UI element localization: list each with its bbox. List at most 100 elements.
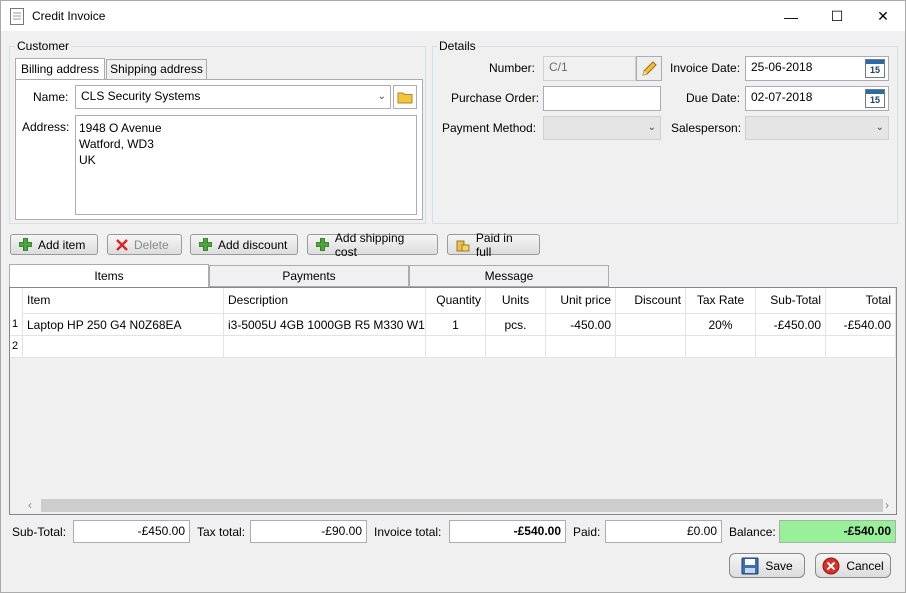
column-header-unit-price[interactable]: Unit price — [546, 288, 616, 314]
invoice-date-value: 25-06-2018 — [751, 60, 813, 74]
name-combobox[interactable]: CLS Security Systems ⌄ — [75, 85, 391, 109]
horizontal-scrollbar[interactable]: ‹ › — [10, 497, 896, 514]
cell-quantity[interactable] — [426, 336, 486, 358]
save-button[interactable]: Save — [729, 553, 805, 578]
items-grid[interactable]: Item Description Quantity Units Unit pri… — [9, 287, 897, 515]
column-header-sub-total[interactable]: Sub-Total — [756, 288, 826, 314]
cancel-icon — [822, 557, 840, 574]
delete-label: Delete — [134, 237, 169, 252]
coins-icon — [456, 240, 470, 251]
cell-tax-rate[interactable] — [686, 336, 756, 358]
payment-method-combobox[interactable]: ⌄ — [543, 116, 661, 140]
paid-in-full-button[interactable]: Paid in full — [447, 231, 540, 259]
document-icon — [10, 8, 24, 25]
tab-shipping-address[interactable]: Shipping address — [106, 59, 207, 80]
number-label: Number: — [489, 61, 536, 75]
address-textarea[interactable]: 1948 O Avenue Watford, WD3 UK — [75, 115, 417, 215]
paid-label: Paid: — [573, 525, 601, 539]
tab-billing-address[interactable]: Billing address — [15, 58, 105, 80]
minimize-button[interactable]: — — [768, 1, 814, 32]
cell-description[interactable]: i3-5005U 4GB 1000GB R5 M330 W10 — [224, 314, 426, 336]
cell-total[interactable] — [826, 336, 896, 358]
name-label: Name: — [33, 90, 69, 104]
address-label: Address: — [22, 120, 70, 134]
cell-quantity[interactable]: 1 — [426, 314, 486, 336]
cell-total[interactable]: -£540.00 — [826, 314, 896, 336]
calendar-icon[interactable]: 15 — [865, 59, 885, 78]
chevron-down-icon: ⌄ — [647, 121, 656, 133]
add-item-button[interactable]: Add item — [10, 234, 98, 255]
pencil-icon — [642, 60, 657, 76]
due-date-field[interactable]: 02-07-2018 15 — [745, 86, 889, 111]
scroll-left-icon[interactable]: ‹ — [28, 498, 32, 512]
cell-unit-price[interactable] — [546, 336, 616, 358]
column-header-tax-rate[interactable]: Tax Rate — [686, 288, 756, 314]
grid-corner — [10, 288, 23, 314]
cell-discount[interactable] — [616, 314, 686, 336]
cell-item[interactable]: Laptop HP 250 G4 N0Z68EA — [23, 314, 224, 336]
column-header-item[interactable]: Item — [23, 288, 224, 314]
name-value: CLS Security Systems — [81, 89, 201, 103]
add-shipping-cost-label: Add shipping cost — [334, 230, 405, 259]
cell-units[interactable] — [486, 336, 546, 358]
delete-icon — [116, 238, 128, 251]
cell-sub-total[interactable]: -£450.00 — [756, 314, 826, 336]
details-group-label: Details — [437, 39, 478, 53]
cell-units[interactable]: pcs. — [486, 314, 546, 336]
plus-icon — [199, 238, 212, 251]
customer-group-label: Customer — [15, 39, 72, 53]
invoice-date-field[interactable]: 25-06-2018 15 — [745, 56, 889, 81]
cell-sub-total[interactable] — [756, 336, 826, 358]
row-number[interactable]: 1 — [10, 314, 23, 336]
calendar-icon[interactable]: 15 — [865, 89, 885, 108]
plus-icon — [316, 238, 329, 251]
cancel-button[interactable]: Cancel — [815, 553, 891, 578]
maximize-button[interactable]: ☐ — [814, 1, 860, 32]
tab-items[interactable]: Items — [9, 264, 209, 288]
column-header-description[interactable]: Description — [224, 288, 426, 314]
number-field[interactable]: C/1 — [543, 56, 636, 81]
tab-message[interactable]: Message — [409, 265, 609, 287]
sub-total-field: -£450.00 — [73, 520, 190, 543]
browse-customer-button[interactable] — [393, 85, 417, 109]
window-title: Credit Invoice — [32, 9, 106, 23]
scroll-right-icon[interactable]: › — [885, 498, 889, 512]
close-button[interactable]: ✕ — [860, 1, 906, 32]
address-line-1: 1948 O Avenue — [79, 121, 162, 135]
add-item-label: Add item — [38, 237, 86, 252]
salesperson-label: Salesperson: — [671, 121, 742, 135]
chevron-down-icon: ⌄ — [377, 90, 386, 102]
delete-button[interactable]: Delete — [107, 234, 182, 255]
add-discount-label: Add discount — [218, 237, 288, 252]
paid-in-full-label: Paid in full — [475, 230, 513, 259]
address-line-2: Watford, WD3 — [79, 137, 154, 151]
cell-tax-rate[interactable]: 20% — [686, 314, 756, 336]
title-bar: Credit Invoice — ☐ ✕ — [0, 0, 906, 31]
invoice-total-field: -£540.00 — [449, 520, 566, 543]
invoice-date-label: Invoice Date: — [670, 61, 741, 75]
cell-item[interactable] — [23, 336, 224, 358]
cancel-label: Cancel — [846, 558, 884, 573]
cell-unit-price[interactable]: -450.00 — [546, 314, 616, 336]
due-date-label: Due Date: — [686, 91, 741, 105]
salesperson-combobox[interactable]: ⌄ — [745, 116, 889, 140]
column-header-quantity[interactable]: Quantity — [426, 288, 486, 314]
column-header-discount[interactable]: Discount — [616, 288, 686, 314]
purchase-order-field[interactable] — [543, 86, 661, 111]
purchase-order-label: Purchase Order: — [451, 91, 540, 105]
folder-icon — [397, 92, 413, 103]
column-header-units[interactable]: Units — [486, 288, 546, 314]
tax-total-field: -£90.00 — [250, 520, 367, 543]
address-line-3: UK — [79, 153, 96, 167]
add-shipping-cost-button[interactable]: Add shipping cost — [307, 231, 438, 259]
cell-discount[interactable] — [616, 336, 686, 358]
tax-total-label: Tax total: — [197, 525, 246, 539]
edit-number-button[interactable] — [636, 56, 662, 81]
row-number[interactable]: 2 — [10, 336, 23, 358]
save-label: Save — [765, 558, 793, 573]
add-discount-button[interactable]: Add discount — [190, 234, 298, 255]
column-header-total[interactable]: Total — [826, 288, 896, 314]
scrollbar-thumb[interactable] — [41, 499, 883, 512]
cell-description[interactable] — [224, 336, 426, 358]
tab-payments[interactable]: Payments — [209, 265, 409, 287]
